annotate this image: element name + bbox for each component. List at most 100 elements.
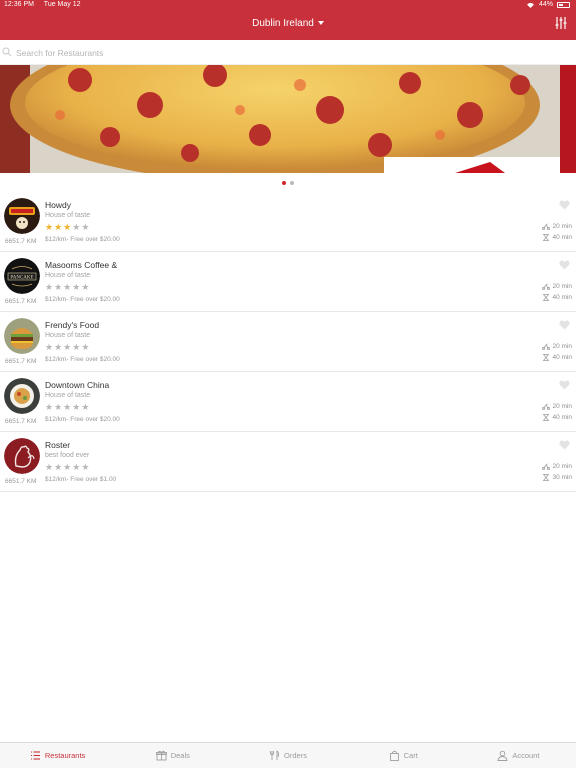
rating-stars: ★★★★★ [45, 402, 90, 412]
tab-label: Orders [284, 751, 307, 760]
delivery-time-value: 20 min [552, 223, 572, 230]
star-icon: ★ [81, 462, 91, 472]
star-icon: ★ [72, 342, 82, 352]
star-icon: ★ [54, 462, 64, 472]
delivery-time: 20 min [542, 223, 572, 230]
tab-label: Deals [170, 751, 190, 760]
tab-account[interactable]: Account [461, 743, 576, 768]
tab-restaurants[interactable]: Restaurants [0, 743, 115, 768]
svg-text:PANCAKE: PANCAKE [10, 276, 33, 281]
location-selector[interactable]: Dublin Ireland [0, 17, 576, 31]
tab-label: Restaurants [44, 751, 86, 760]
tab-bar: Restaurants Deals Orders Cart Account [0, 742, 576, 768]
star-icon: ★ [72, 282, 82, 292]
delivery-time: 20 min [542, 343, 572, 350]
pizza-photo [0, 65, 576, 173]
user-icon [497, 750, 508, 761]
restaurant-tagline: best food ever [45, 452, 90, 459]
delivery-time: 20 min [542, 283, 572, 290]
delivery-time: 20 min [542, 403, 572, 410]
star-icon: ★ [45, 402, 55, 412]
star-icon: ★ [54, 402, 64, 412]
delivery-time-value: 20 min [552, 343, 572, 350]
hourglass-icon [543, 354, 550, 361]
restaurant-row[interactable]: 6651.7 KM Howdy House of taste ★★★★★ $12… [0, 192, 576, 252]
tab-deals[interactable]: Deals [115, 743, 230, 768]
promo-banner[interactable] [0, 65, 576, 173]
star-icon: ★ [45, 342, 55, 352]
star-icon: ★ [54, 342, 64, 352]
pickup-time-value: 30 min [552, 474, 572, 481]
location-label: Dublin Ireland [252, 18, 314, 29]
pickup-time-value: 40 min [552, 234, 572, 241]
burger-logo [4, 318, 40, 354]
rating-stars: ★★★★★ [45, 282, 90, 292]
heart-icon[interactable] [559, 260, 570, 270]
star-icon: ★ [63, 282, 73, 292]
gift-icon [155, 750, 167, 761]
heart-icon[interactable] [559, 200, 570, 210]
distance-label: 6651.7 KM [5, 238, 37, 245]
tab-label: Cart [403, 751, 418, 760]
restaurant-name: Roster [45, 440, 71, 450]
status-time: 12:36 PM [4, 1, 34, 8]
pager-dot[interactable] [290, 181, 294, 185]
star-icon: ★ [45, 462, 55, 472]
distance-label: 6651.7 KM [5, 478, 37, 485]
scooter-icon [542, 223, 551, 230]
star-icon: ★ [63, 462, 73, 472]
distance-label: 6651.7 KM [5, 418, 37, 425]
howdy-logo [4, 198, 40, 234]
restaurant-name: Downtown China [45, 380, 110, 390]
heart-icon[interactable] [559, 320, 570, 330]
rating-stars: ★★★★★ [45, 342, 90, 352]
pickup-time: 40 min [542, 354, 572, 361]
star-icon: ★ [81, 222, 91, 232]
rooster-logo [4, 438, 40, 474]
star-icon: ★ [54, 282, 64, 292]
restaurant-name: Masooms Coffee & [45, 260, 118, 270]
restaurant-row[interactable]: 6651.7 KM Roster best food ever ★★★★★ $1… [0, 432, 576, 492]
banner-pager [0, 181, 576, 185]
scooter-icon [542, 463, 551, 470]
pickup-time-value: 40 min [552, 354, 572, 361]
search-input[interactable] [16, 43, 556, 62]
restaurant-row[interactable]: 6651.7 KM Frendy's Food House of taste ★… [0, 312, 576, 372]
hourglass-icon [543, 414, 550, 421]
delivery-time-value: 20 min [552, 283, 572, 290]
pickup-time: 40 min [542, 234, 572, 241]
search-bar [0, 40, 576, 65]
heart-icon[interactable] [559, 380, 570, 390]
restaurant-row[interactable]: PANCAKE 6651.7 KM Masooms Coffee & House… [0, 252, 576, 312]
restaurant-list: 6651.7 KM Howdy House of taste ★★★★★ $12… [0, 192, 576, 492]
pickup-time-value: 40 min [552, 294, 572, 301]
pickup-time: 40 min [542, 414, 572, 421]
sliders-icon[interactable] [554, 16, 568, 30]
pager-dot-active[interactable] [282, 181, 286, 185]
delivery-fee: $12/km- Free over $20.00 [45, 296, 120, 303]
star-icon: ★ [45, 222, 55, 232]
star-icon: ★ [81, 282, 91, 292]
delivery-time-value: 20 min [552, 403, 572, 410]
status-date: Tue May 12 [43, 1, 81, 8]
distance-label: 6651.7 KM [5, 298, 37, 305]
battery-icon [557, 1, 570, 8]
list-icon [30, 751, 40, 760]
heart-icon[interactable] [559, 440, 570, 450]
star-icon: ★ [72, 402, 82, 412]
restaurant-tagline: House of taste [45, 272, 91, 279]
delivery-time: 20 min [542, 463, 572, 470]
tab-cart[interactable]: Cart [346, 743, 461, 768]
star-icon: ★ [63, 402, 73, 412]
restaurant-tagline: House of taste [45, 392, 91, 399]
status-bar: 12:36 PM Tue May 12 44% [0, 0, 576, 10]
tab-orders[interactable]: Orders [230, 743, 345, 768]
cutlery-icon [270, 750, 280, 760]
rating-stars: ★★★★★ [45, 222, 90, 232]
app-header: 12:36 PM Tue May 12 44% Dublin Ireland [0, 0, 576, 40]
scooter-icon [542, 403, 551, 410]
star-icon: ★ [54, 222, 64, 232]
restaurant-row[interactable]: 6651.7 KM Downtown China House of taste … [0, 372, 576, 432]
tab-label: Account [512, 751, 540, 760]
search-icon [2, 47, 12, 57]
